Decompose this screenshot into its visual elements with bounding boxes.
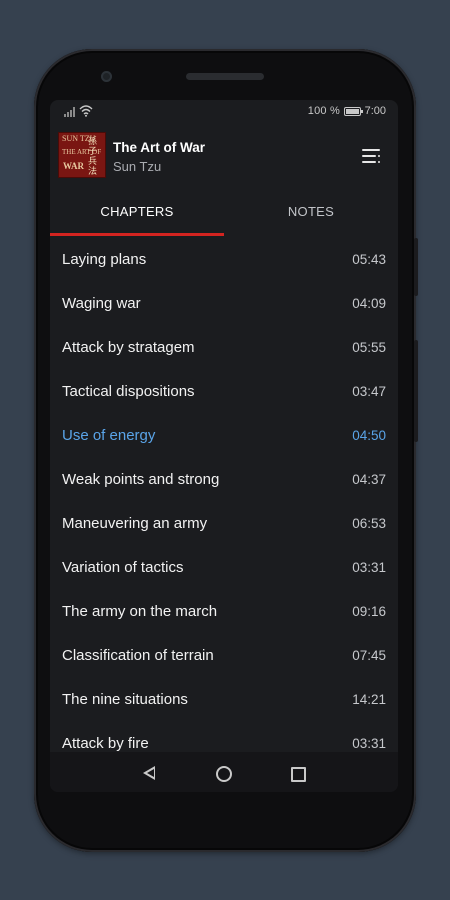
chapter-duration: 09:16 [352, 604, 386, 619]
chapter-title: The army on the march [62, 603, 218, 620]
chapter-row[interactable]: Use of energy 04:50 [50, 414, 398, 458]
chapter-row[interactable]: Variation of tactics 03:31 [50, 546, 398, 590]
chapter-title: Use of energy [62, 427, 156, 444]
chapter-row[interactable]: Tactical dispositions 03:47 [50, 370, 398, 414]
chapter-duration: 05:55 [352, 340, 386, 355]
chapter-title: Attack by fire [62, 735, 149, 752]
battery-percentage: 100 % [307, 105, 340, 117]
status-time: 7:00 [364, 105, 386, 117]
app-bar: SUN TZU THE ART OF WAR 孫子兵法 The Art of W… [50, 124, 398, 184]
chapter-row[interactable]: The army on the march 09:16 [50, 590, 398, 634]
chapter-duration: 04:50 [352, 428, 386, 443]
chapter-row[interactable]: Weak points and strong 04:37 [50, 458, 398, 502]
chapter-row[interactable]: Classification of terrain 07:45 [50, 634, 398, 678]
chapter-row[interactable]: Attack by stratagem 05:55 [50, 326, 398, 370]
chapter-duration: 04:37 [352, 472, 386, 487]
back-icon[interactable] [143, 766, 155, 780]
chapter-title: The nine situations [62, 691, 188, 708]
home-icon[interactable] [216, 766, 232, 782]
chapter-duration: 06:53 [352, 516, 386, 531]
chapter-duration: 14:21 [352, 692, 386, 707]
signal-icon [64, 107, 75, 117]
chapter-duration: 05:43 [352, 252, 386, 267]
book-author: Sun Tzu [113, 159, 162, 174]
chapter-duration: 03:31 [352, 560, 386, 575]
front-camera [101, 71, 112, 82]
chapter-list: Laying plans 05:43 Waging war 04:09 Attack b… [50, 238, 398, 752]
chapter-title: Laying plans [62, 251, 147, 268]
chapter-duration: 04:09 [352, 296, 386, 311]
chapter-duration: 03:31 [352, 736, 386, 751]
chapter-title: Attack by stratagem [62, 339, 195, 356]
chapter-row[interactable]: Attack by fire 03:31 [50, 722, 398, 752]
cover-line3: WAR [63, 161, 85, 171]
chapter-row[interactable]: Waging war 04:09 [50, 282, 398, 326]
tab-chapters[interactable]: CHAPTERS [50, 184, 224, 236]
chapter-title: Variation of tactics [62, 559, 184, 576]
power-button [414, 238, 418, 296]
tab-bar: CHAPTERS NOTES [50, 184, 398, 236]
earpiece-speaker [186, 73, 264, 80]
book-cover[interactable]: SUN TZU THE ART OF WAR 孫子兵法 [58, 132, 106, 178]
navigation-bar [50, 752, 398, 792]
tab-indicator [50, 233, 224, 236]
recents-icon[interactable] [291, 767, 306, 782]
wifi-icon [79, 105, 93, 117]
cover-glyphs: 孫子兵法 [88, 136, 98, 176]
tab-notes[interactable]: NOTES [224, 184, 398, 236]
chapter-title: Maneuvering an army [62, 515, 208, 532]
chapter-duration: 03:47 [352, 384, 386, 399]
menu-icon[interactable] [362, 148, 380, 164]
book-title: The Art of War [113, 140, 205, 155]
chapter-row[interactable]: The nine situations 14:21 [50, 678, 398, 722]
chapter-title: Classification of terrain [62, 647, 214, 664]
volume-button [414, 340, 418, 442]
chapter-title: Weak points and strong [62, 471, 220, 488]
chapter-title: Waging war [62, 295, 141, 312]
chapter-title: Tactical dispositions [62, 383, 195, 400]
battery-icon [344, 107, 363, 116]
chapter-row[interactable]: Maneuvering an army 06:53 [50, 502, 398, 546]
status-bar: 100 % 7:00 [50, 100, 398, 124]
app-screen: 100 % 7:00 SUN TZU THE ART OF WAR 孫子兵法 T… [50, 100, 398, 792]
chapter-row[interactable]: Laying plans 05:43 [50, 238, 398, 282]
chapter-duration: 07:45 [352, 648, 386, 663]
